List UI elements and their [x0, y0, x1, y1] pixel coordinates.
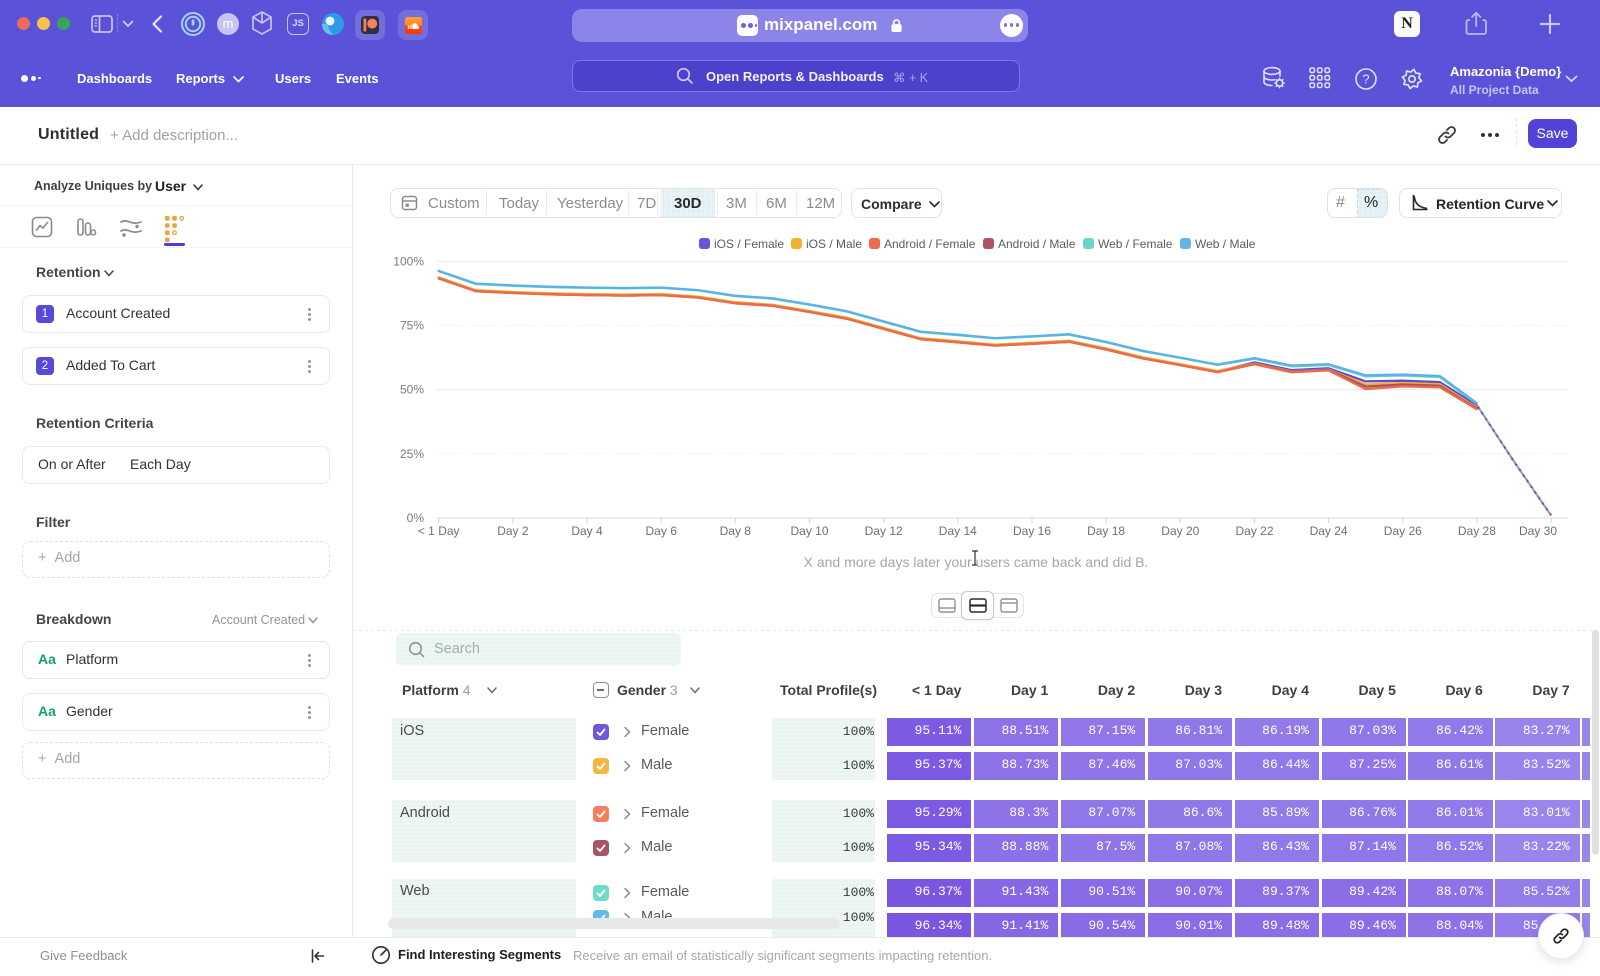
- svg-text:Day 18: Day 18: [1087, 524, 1125, 538]
- svg-text:< 1 Day: < 1 Day: [418, 524, 460, 538]
- svg-text:Day 22: Day 22: [1235, 524, 1273, 538]
- svg-text:Day 2: Day 2: [497, 524, 529, 538]
- svg-text:Day 16: Day 16: [1013, 524, 1051, 538]
- svg-text:?: ?: [1362, 72, 1369, 87]
- svg-text:100%: 100%: [393, 254, 424, 268]
- svg-text:Day 20: Day 20: [1161, 524, 1199, 538]
- svg-text:75%: 75%: [400, 319, 424, 333]
- svg-text:Day 30: Day 30: [1519, 524, 1557, 538]
- svg-text:0%: 0%: [407, 511, 425, 525]
- svg-text:Day 24: Day 24: [1310, 524, 1348, 538]
- svg-text:Day 26: Day 26: [1384, 524, 1422, 538]
- svg-text:Day 6: Day 6: [646, 524, 678, 538]
- svg-text:25%: 25%: [400, 447, 424, 461]
- svg-text:Day 12: Day 12: [865, 524, 903, 538]
- svg-text:Day 10: Day 10: [790, 524, 828, 538]
- svg-text:Day 4: Day 4: [571, 524, 603, 538]
- svg-text:50%: 50%: [400, 383, 424, 397]
- svg-text:Day 8: Day 8: [720, 524, 752, 538]
- svg-text:Day 28: Day 28: [1458, 524, 1496, 538]
- svg-text:Day 14: Day 14: [939, 524, 977, 538]
